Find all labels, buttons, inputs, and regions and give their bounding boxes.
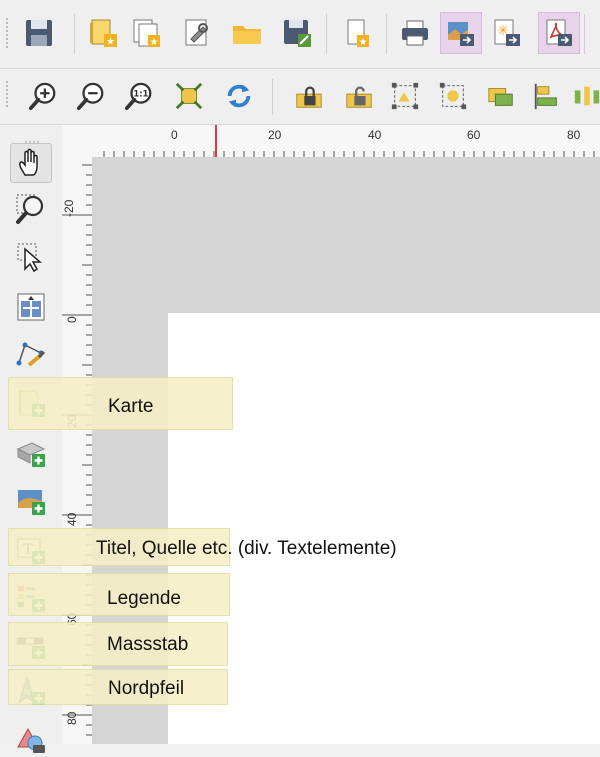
add-shape-icon[interactable] [10,717,52,757]
view-toolbar: 1:1 [0,69,600,125]
raise-items-icon[interactable] [480,75,522,117]
svg-text:1:1: 1:1 [133,88,148,98]
ruler-label: -20 [62,199,76,217]
zoom-actual-size-icon[interactable]: 1:1 [118,75,160,117]
svg-text:★: ★ [359,37,368,48]
ruler-label: 80 [65,711,79,725]
zoom-full-icon[interactable] [168,75,210,117]
move-item-content-icon[interactable] [10,287,52,327]
label-nordpfeil: Nordpfeil [108,678,185,699]
distribute-icon[interactable] [566,75,600,117]
save-as-template-icon[interactable] [276,12,318,54]
label-karte: Karte [108,396,154,417]
new-page-icon[interactable]: ★ [336,12,378,54]
ungroup-items-icon[interactable] [432,75,474,117]
ruler-label: 80 [567,128,581,142]
group-items-icon[interactable] [384,75,426,117]
export-image-icon[interactable] [440,12,482,54]
toolbar-grip[interactable] [6,16,12,50]
refresh-icon[interactable] [218,75,260,117]
label-massstab: Massstab [107,634,189,655]
main-toolbar: ★ ★ ★ ✳ [0,0,600,69]
composer-properties-icon[interactable] [176,12,218,54]
ruler-label: 40 [368,128,382,142]
lock-items-icon[interactable] [288,75,330,117]
save-icon[interactable] [18,12,60,54]
ruler-label: 20 [268,128,282,142]
ruler-label: 60 [467,128,481,142]
toolbar-grip[interactable] [6,79,12,109]
horizontal-ruler: 0 20 40 60 80 [62,125,600,158]
add-3d-map-icon[interactable] [10,433,52,473]
duplicate-composer-icon[interactable]: ★ [126,12,168,54]
svg-text:★: ★ [150,37,159,48]
svg-text:★: ★ [106,37,115,48]
ruler-label: 0 [65,316,79,323]
export-pdf-icon[interactable] [538,12,580,54]
ruler-label: 0 [171,128,178,142]
zoom-out-icon[interactable] [70,75,112,117]
composer-manager-icon[interactable]: ★ [82,12,124,54]
open-folder-icon[interactable] [226,12,268,54]
label-legende: Legende [107,588,181,609]
zoom-tool-icon[interactable] [10,189,52,229]
print-icon[interactable] [394,12,436,54]
align-left-icon[interactable] [526,75,568,117]
ruler-label: 40 [65,512,79,526]
select-move-tool-icon[interactable] [10,237,52,277]
label-titel: Titel, Quelle etc. (div. Textelemente) [96,538,397,559]
pan-tool-icon[interactable] [10,143,52,183]
zoom-in-icon[interactable] [22,75,64,117]
edit-nodes-icon[interactable] [10,333,52,373]
unlock-items-icon[interactable] [338,75,380,117]
add-picture-icon[interactable] [10,481,52,521]
export-svg-icon[interactable]: ✳ [486,12,528,54]
